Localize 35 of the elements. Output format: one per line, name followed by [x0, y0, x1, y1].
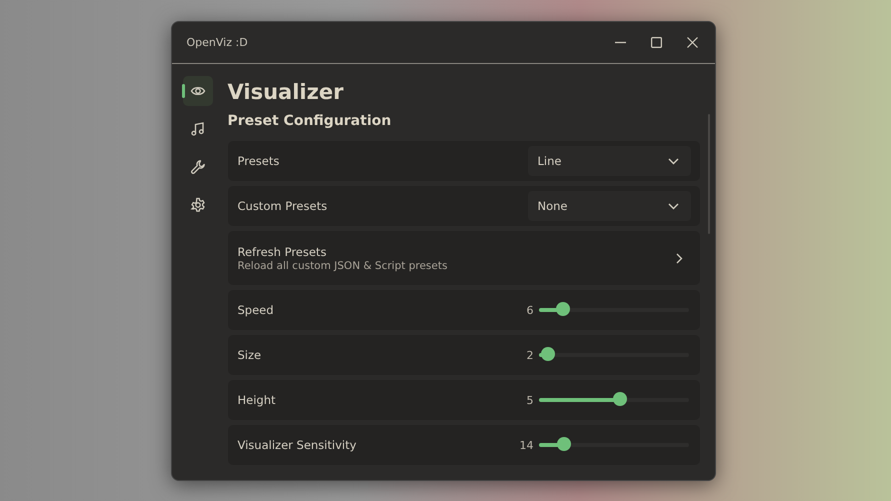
- slider-thumb[interactable]: [556, 302, 570, 316]
- slider-thumb[interactable]: [612, 392, 626, 406]
- setting-label: Refresh Presets: [238, 244, 328, 258]
- slider[interactable]: [538, 303, 688, 317]
- slider-thumb[interactable]: [557, 437, 571, 451]
- dropdown[interactable]: Line: [528, 146, 690, 176]
- setting-description: Reload all custom JSON & Script presets: [238, 260, 448, 272]
- slider-value: 5: [526, 394, 534, 406]
- window-title: OpenViz :D: [186, 36, 249, 49]
- page-title: Visualizer: [228, 79, 344, 106]
- music-note-icon: [190, 121, 206, 137]
- slider-value: 6: [526, 304, 534, 316]
- setting-label: Custom Presets: [238, 199, 328, 213]
- settings-icon: [190, 197, 206, 213]
- setting-label: Visualizer Sensitivity: [238, 438, 358, 452]
- setting-label: Size: [238, 348, 262, 362]
- dropdown[interactable]: None: [528, 191, 690, 221]
- maximize-icon: [651, 37, 662, 48]
- slider-thumb[interactable]: [540, 347, 554, 361]
- slider[interactable]: [538, 348, 688, 362]
- setting-label: Speed: [238, 303, 275, 317]
- chevron-down-icon: [668, 202, 678, 210]
- chevron-down-icon: [668, 158, 678, 164]
- wrench-icon: [190, 159, 206, 175]
- sidebar-item[interactable]: [182, 76, 212, 106]
- slider-value: 14: [520, 438, 534, 452]
- setting-label: Height: [238, 393, 277, 407]
- slider[interactable]: [538, 393, 688, 407]
- chevron-right-icon: [676, 252, 682, 264]
- slider-value: 2: [526, 348, 534, 362]
- setting-card[interactable]: Refresh Presets Reload all custom JSON & Script presets: [228, 231, 700, 285]
- section-heading: Preset Configuration: [228, 112, 392, 131]
- slider[interactable]: [538, 438, 688, 452]
- close-icon: [687, 37, 698, 48]
- setting-label: Presets: [238, 154, 280, 168]
